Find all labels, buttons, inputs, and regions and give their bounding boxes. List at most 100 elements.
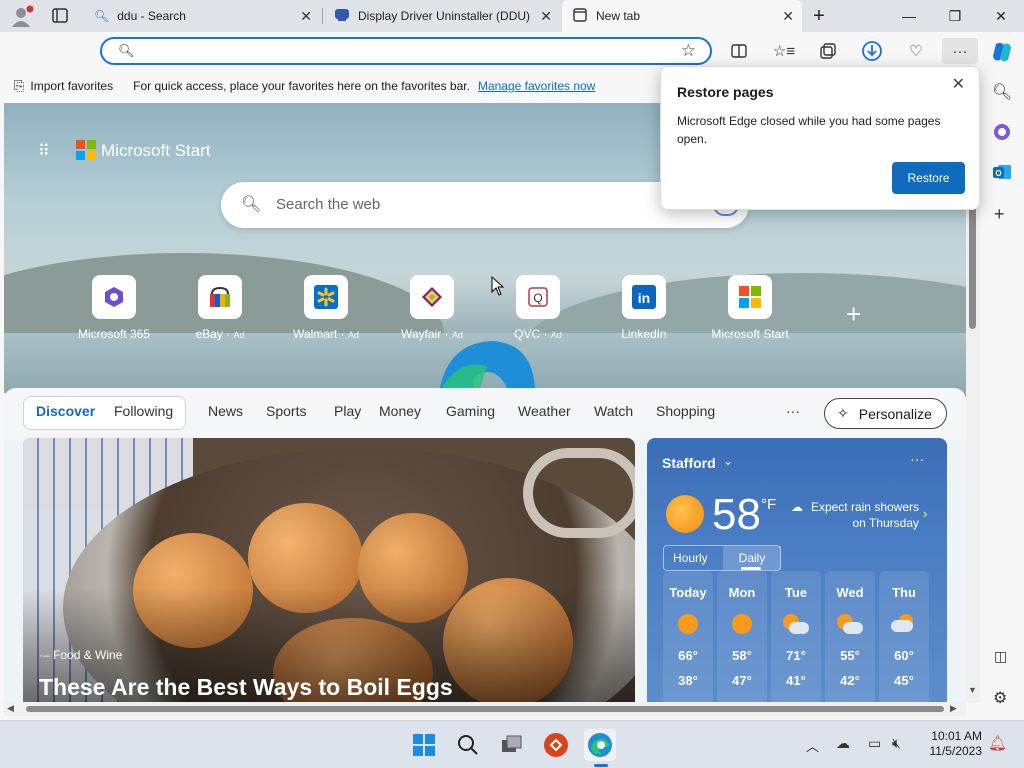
collections-icon[interactable] bbox=[815, 38, 841, 64]
tab-shopping[interactable]: Shopping bbox=[656, 403, 715, 419]
search-icon: 🔍︎ bbox=[241, 196, 262, 213]
ebay-icon bbox=[198, 275, 242, 319]
quick-link-microsoft-start[interactable]: Microsoft Start bbox=[705, 275, 795, 341]
tab-new-tab[interactable]: New tab ✕ bbox=[562, 0, 802, 32]
sidebar-settings-icon[interactable]: ⚙ bbox=[993, 688, 1007, 708]
news-card[interactable]: ·– Food & Wine These Are the Best Ways t… bbox=[23, 438, 635, 703]
news-headline[interactable]: These Are the Best Ways to Boil Eggs bbox=[39, 674, 453, 701]
split-screen-icon[interactable] bbox=[726, 38, 752, 64]
tab-ddu-site[interactable]: Display Driver Uninstaller (DDU) ✕ bbox=[324, 0, 560, 32]
outlook-icon[interactable]: O bbox=[992, 162, 1012, 187]
chevron-right-icon[interactable]: › bbox=[923, 506, 927, 521]
import-favorites-button[interactable]: Import favorites bbox=[30, 79, 113, 93]
tab-following[interactable]: Following bbox=[114, 403, 173, 419]
news-image-handle bbox=[523, 448, 635, 538]
manage-favorites-link[interactable]: Manage favorites now bbox=[478, 79, 595, 93]
ddu-taskbar-icon[interactable] bbox=[540, 729, 572, 761]
restore-window-button[interactable]: ❐ bbox=[932, 0, 978, 32]
forecast-day[interactable]: Thu 60° 45° bbox=[879, 571, 929, 703]
hide-sidebar-icon[interactable]: ◫ bbox=[994, 648, 1007, 665]
quick-link-microsoft365[interactable]: Microsoft 365 bbox=[69, 275, 159, 341]
volume-muted-icon[interactable]: 🔇︎ bbox=[892, 735, 901, 752]
forecast-day[interactable]: Today 66° 38° bbox=[663, 571, 713, 703]
quick-link-ebay[interactable]: eBay · Ad bbox=[175, 275, 265, 341]
minimize-button[interactable]: — bbox=[886, 0, 932, 32]
address-bar[interactable]: 🔍︎ ☆ bbox=[100, 37, 712, 65]
copilot-icon[interactable] bbox=[990, 40, 1014, 64]
forecast-day[interactable]: Wed 55° 42° bbox=[825, 571, 875, 703]
edge-sidebar: 🔍︎ O + ◫ ⚙ bbox=[984, 70, 1024, 720]
tab-news[interactable]: News bbox=[208, 403, 243, 419]
close-tab-icon[interactable]: ✕ bbox=[782, 8, 794, 25]
tab-watch[interactable]: Watch bbox=[594, 403, 633, 419]
tab-ddu-search[interactable]: 🔍︎ ddu - Search ✕ bbox=[84, 0, 320, 32]
close-icon[interactable]: ✕ bbox=[952, 74, 965, 94]
tab-indicator bbox=[741, 567, 761, 570]
tab-play[interactable]: Play bbox=[334, 403, 361, 419]
sun-icon bbox=[732, 614, 752, 634]
clock[interactable]: 10:01 AM 11/5/2023 bbox=[920, 729, 983, 759]
microsoft-start-brand[interactable]: Microsoft Start bbox=[101, 141, 211, 161]
web-search-placeholder: Search the web bbox=[276, 196, 381, 213]
chevron-up-icon[interactable]: ︿ bbox=[806, 736, 819, 755]
rain-cloud-icon: ☁ bbox=[791, 500, 803, 514]
add-shortcut-icon[interactable]: + bbox=[846, 299, 861, 330]
weather-location[interactable]: Stafford bbox=[662, 455, 716, 471]
personalize-button[interactable]: ✧ Personalize bbox=[824, 398, 947, 429]
profile-avatar-icon[interactable] bbox=[10, 5, 34, 27]
microsoft365-icon[interactable] bbox=[992, 122, 1012, 147]
favorites-hint: For quick access, place your favorites h… bbox=[133, 79, 470, 93]
nav-more-button[interactable]: ··· bbox=[786, 403, 800, 419]
scroll-down-arrow-icon[interactable]: ▼ bbox=[968, 685, 977, 695]
microsoft-logo-icon bbox=[76, 140, 96, 160]
close-tab-icon[interactable]: ✕ bbox=[300, 8, 312, 25]
horizontal-scrollbar[interactable]: ◀ ▶ bbox=[4, 702, 966, 716]
notification-bell-icon[interactable]: 🔔︎ bbox=[988, 734, 1007, 752]
quick-link-walmart[interactable]: Walmart · Ad bbox=[281, 275, 371, 341]
weather-more-icon[interactable]: ··· bbox=[910, 451, 924, 467]
settings-more-icon[interactable]: ··· bbox=[942, 38, 978, 64]
vertical-scroll-thumb[interactable] bbox=[969, 203, 976, 329]
quick-link-linkedin[interactable]: in LinkedIn bbox=[599, 275, 689, 341]
news-source: ·– Food & Wine bbox=[39, 648, 123, 662]
network-icon[interactable]: ▭ bbox=[868, 735, 881, 752]
chevron-down-icon[interactable]: ⌄ bbox=[723, 454, 733, 468]
weather-alert[interactable]: Expect rain showers on Thursday bbox=[809, 499, 919, 531]
task-view-icon[interactable] bbox=[496, 729, 528, 761]
tab-actions-icon[interactable] bbox=[50, 7, 70, 25]
scroll-right-arrow-icon[interactable]: ▶ bbox=[950, 703, 957, 714]
browser-essentials-icon[interactable]: ♡ bbox=[903, 38, 929, 64]
favorites-icon[interactable]: ☆≡ bbox=[771, 38, 797, 64]
quick-link-qvc[interactable]: Q QVC · Ad bbox=[493, 275, 583, 341]
close-window-button[interactable]: ✕ bbox=[978, 0, 1024, 32]
partly-cloudy-icon bbox=[783, 614, 809, 634]
app-launcher-icon[interactable]: ⠿ bbox=[38, 141, 51, 161]
tab-sports[interactable]: Sports bbox=[266, 403, 306, 419]
personalize-icon: ✧ bbox=[837, 405, 849, 421]
ddu-favicon-icon bbox=[334, 7, 350, 26]
start-icon[interactable] bbox=[408, 729, 440, 761]
qvc-icon: Q bbox=[516, 275, 560, 319]
taskbar-search-icon[interactable] bbox=[452, 729, 484, 761]
onedrive-icon[interactable]: ☁ bbox=[836, 735, 850, 752]
close-tab-icon[interactable]: ✕ bbox=[540, 8, 552, 25]
tab-weather[interactable]: Weather bbox=[518, 403, 571, 419]
restore-button[interactable]: Restore bbox=[892, 162, 965, 194]
edge-taskbar-icon[interactable] bbox=[584, 729, 616, 761]
downloads-icon[interactable] bbox=[859, 38, 885, 64]
scroll-left-arrow-icon[interactable]: ◀ bbox=[7, 703, 14, 714]
forecast-day[interactable]: Mon 58° 47° bbox=[717, 571, 767, 703]
new-tab-button[interactable]: + bbox=[796, 0, 842, 32]
favorite-star-icon[interactable]: ☆ bbox=[681, 41, 696, 61]
search-icon[interactable]: 🔍︎ bbox=[992, 82, 1012, 102]
tab-hourly[interactable]: Hourly bbox=[673, 551, 708, 565]
tab-discover[interactable]: Discover bbox=[36, 403, 95, 419]
add-sidebar-app-icon[interactable]: + bbox=[994, 204, 1005, 225]
tab-gaming[interactable]: Gaming bbox=[446, 403, 495, 419]
forecast-day[interactable]: Tue 71° 41° bbox=[771, 571, 821, 703]
walmart-icon bbox=[304, 275, 348, 319]
tab-money[interactable]: Money bbox=[379, 403, 421, 419]
weather-card[interactable]: Stafford ⌄ ··· 58 °F ☁ Expect rain showe… bbox=[647, 438, 947, 703]
quick-link-wayfair[interactable]: Wayfair · Ad bbox=[387, 275, 477, 341]
horizontal-scroll-thumb[interactable] bbox=[26, 706, 944, 712]
